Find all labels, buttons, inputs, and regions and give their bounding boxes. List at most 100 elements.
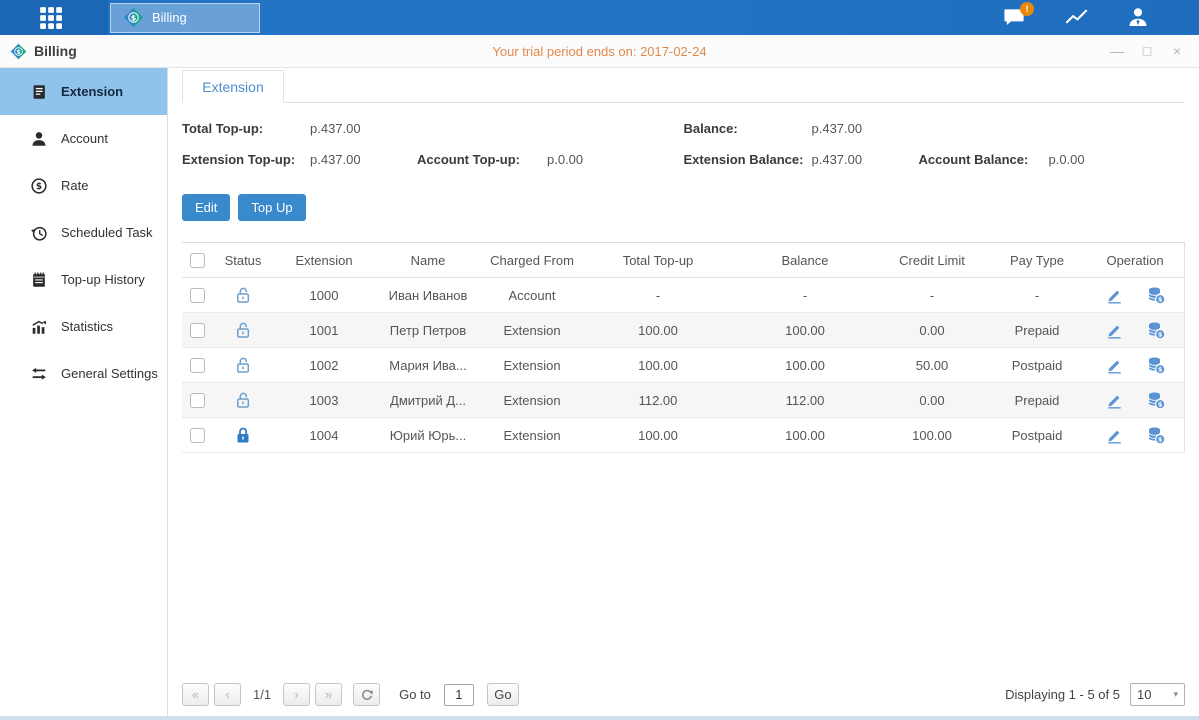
first-page-button[interactable]: « [182, 683, 209, 706]
clock-icon [30, 224, 48, 242]
topup-row-icon[interactable] [1146, 285, 1166, 305]
lock-open-icon [233, 320, 253, 340]
row-checkbox[interactable] [190, 428, 205, 443]
table-row: 1003 Дмитрий Д... Extension 112.00 112.0… [182, 383, 1185, 418]
edit-button[interactable]: Edit [182, 194, 230, 221]
cell-charged-from: Extension [482, 348, 582, 383]
app-window: Billing ! Billing Your trial period ends… [0, 0, 1199, 720]
extension-balance-value: p.437.00 [812, 150, 919, 169]
refresh-button[interactable] [353, 683, 380, 706]
cell-credit-limit: - [876, 278, 988, 313]
cell-total-topup: 100.00 [582, 418, 734, 453]
refresh-icon [359, 687, 375, 703]
cell-extension: 1002 [274, 348, 374, 383]
goto-page-input[interactable] [444, 684, 474, 706]
window-title: Billing [10, 43, 77, 60]
row-checkbox[interactable] [190, 323, 205, 338]
cell-pay-type: Postpaid [988, 348, 1086, 383]
lock-open-icon [233, 355, 253, 375]
tab-extension[interactable]: Extension [182, 70, 284, 103]
column-header-name: Name [374, 243, 482, 278]
minimize-button[interactable]: — [1109, 44, 1125, 58]
goto-label: Go to [399, 687, 431, 702]
topup-row-icon[interactable] [1146, 320, 1166, 340]
taskbar-tab-billing[interactable]: Billing [110, 3, 260, 33]
edit-row-icon[interactable] [1105, 391, 1124, 410]
page-indicator: 1/1 [253, 687, 271, 702]
notification-badge: ! [1020, 2, 1034, 16]
row-checkbox[interactable] [190, 393, 205, 408]
cell-name: Дмитрий Д... [374, 383, 482, 418]
cell-credit-limit: 0.00 [876, 383, 988, 418]
account-balance-label: Account Balance: [919, 150, 1049, 169]
cell-charged-from: Account [482, 278, 582, 313]
topup-row-icon[interactable] [1146, 355, 1166, 375]
cell-balance: 100.00 [734, 348, 876, 383]
edit-row-icon[interactable] [1105, 356, 1124, 375]
ledger-icon [30, 83, 48, 101]
lock-closed-icon [233, 425, 253, 445]
cell-name: Петр Петров [374, 313, 482, 348]
taskbar-tab-label: Billing [152, 10, 187, 25]
user-menu-button[interactable] [1125, 6, 1151, 30]
cell-credit-limit: 0.00 [876, 313, 988, 348]
app-launcher-grid-icon[interactable] [36, 3, 66, 33]
edit-row-icon[interactable] [1105, 426, 1124, 445]
row-checkbox[interactable] [190, 358, 205, 373]
prev-page-button[interactable]: ‹ [214, 683, 241, 706]
cell-charged-from: Extension [482, 383, 582, 418]
resource-monitor-button[interactable] [1063, 6, 1089, 30]
extension-table: Status Extension Name Charged From Total… [182, 242, 1185, 453]
select-all-checkbox[interactable] [190, 253, 205, 268]
top-up-button[interactable]: Top Up [238, 194, 305, 221]
table-body: 1000 Иван Иванов Account - - - - [182, 278, 1185, 453]
lock-open-icon [233, 390, 253, 410]
sidebar-item-account[interactable]: Account [0, 115, 167, 162]
cell-pay-type: Prepaid [988, 383, 1086, 418]
sidebar-item-extension[interactable]: Extension [0, 68, 167, 115]
cell-extension: 1003 [274, 383, 374, 418]
account-topup-label: Account Top-up: [417, 150, 547, 169]
go-button[interactable]: Go [487, 683, 519, 706]
extension-topup-value: p.437.00 [310, 150, 417, 169]
column-header-operation: Operation [1086, 243, 1185, 278]
next-page-button[interactable]: › [283, 683, 310, 706]
edit-row-icon[interactable] [1105, 286, 1124, 305]
notifications-button[interactable]: ! [1001, 6, 1027, 30]
sidebar-item-topup-history[interactable]: Top-up History [0, 256, 167, 303]
notebook-icon [30, 271, 48, 289]
cell-name: Юрий Юрь... [374, 418, 482, 453]
column-header-charged-from: Charged From [482, 243, 582, 278]
sidebar-item-general-settings[interactable]: General Settings [0, 350, 167, 397]
sidebar-item-rate[interactable]: Rate [0, 162, 167, 209]
cell-pay-type: - [988, 278, 1086, 313]
balance-summary: Total Top-up: p.437.00 Extension Top-up:… [182, 119, 1185, 181]
row-checkbox[interactable] [190, 288, 205, 303]
page-size-select[interactable]: 10 ▾ [1130, 683, 1185, 706]
topup-row-icon[interactable] [1146, 425, 1166, 445]
cell-charged-from: Extension [482, 313, 582, 348]
cell-total-topup: 112.00 [582, 383, 734, 418]
sidebar: Extension Account Rate Scheduled Task To… [0, 68, 168, 716]
cell-charged-from: Extension [482, 418, 582, 453]
cell-extension: 1000 [274, 278, 374, 313]
total-topup-value: p.437.00 [310, 119, 417, 138]
cell-balance: 100.00 [734, 418, 876, 453]
billing-diamond-icon [10, 43, 27, 60]
cell-name: Мария Ива... [374, 348, 482, 383]
total-topup-label: Total Top-up: [182, 119, 310, 138]
last-page-button[interactable]: » [315, 683, 342, 706]
maximize-button[interactable]: □ [1139, 44, 1155, 58]
table-row: 1001 Петр Петров Extension 100.00 100.00… [182, 313, 1185, 348]
account-topup-value: p.0.00 [547, 150, 654, 169]
sidebar-item-statistics[interactable]: Statistics [0, 303, 167, 350]
edit-row-icon[interactable] [1105, 321, 1124, 340]
column-header-status: Status [212, 243, 274, 278]
cell-balance: - [734, 278, 876, 313]
close-button[interactable]: × [1169, 44, 1185, 58]
sidebar-item-scheduled-task[interactable]: Scheduled Task [0, 209, 167, 256]
person-icon [30, 130, 48, 148]
window-bottom-edge [0, 716, 1199, 720]
account-balance-value: p.0.00 [1049, 150, 1156, 169]
topup-row-icon[interactable] [1146, 390, 1166, 410]
